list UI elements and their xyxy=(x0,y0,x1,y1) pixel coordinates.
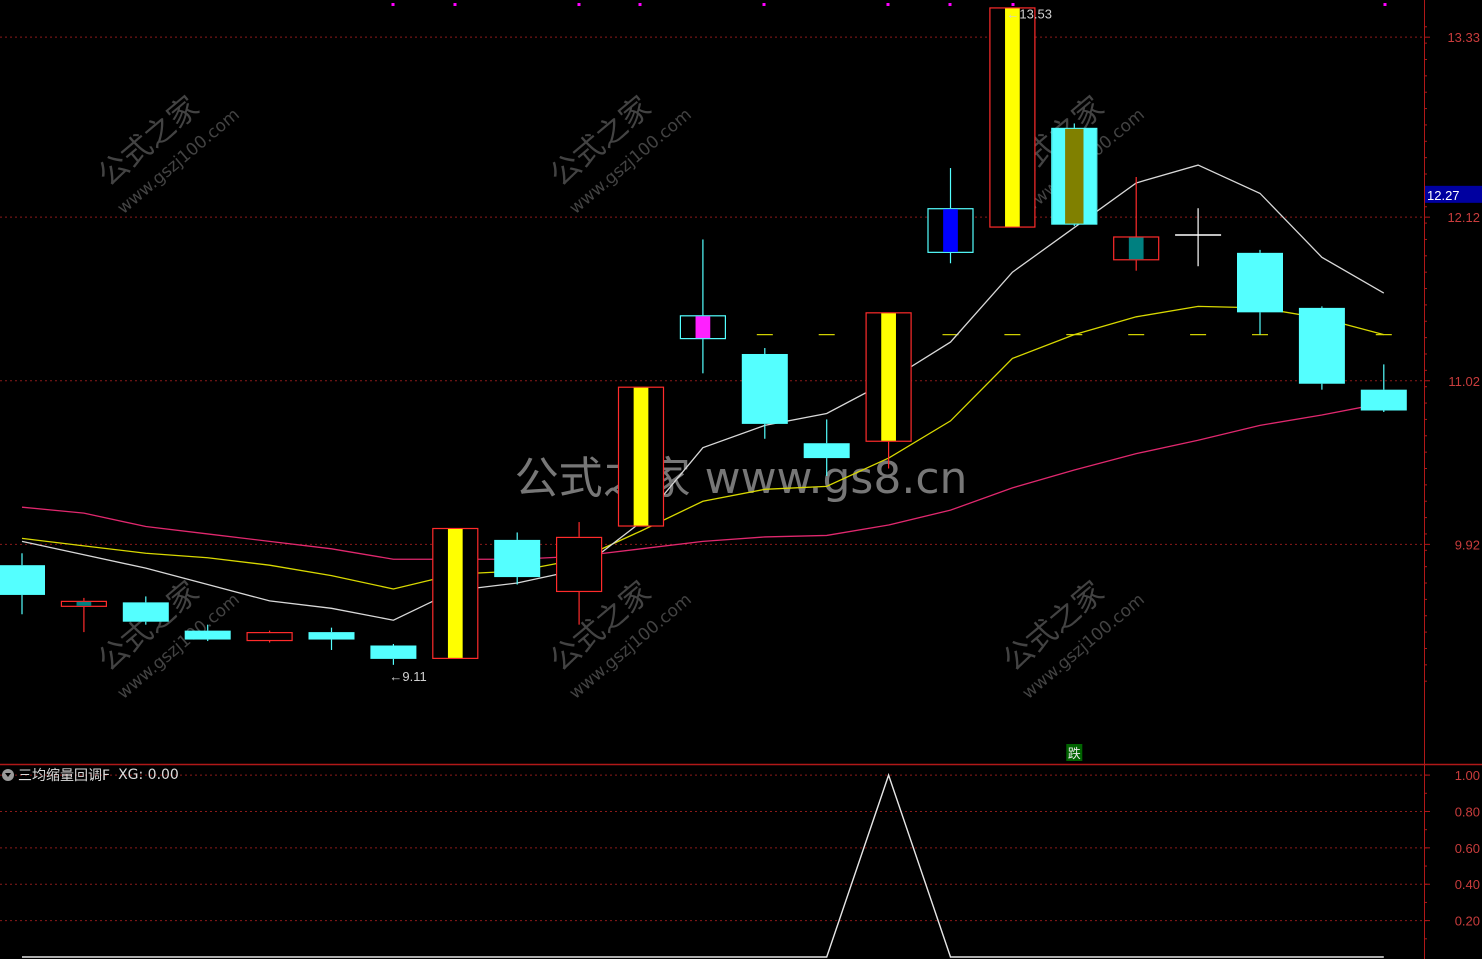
axis-tick-label: 0.20 xyxy=(1455,914,1480,929)
candle xyxy=(246,630,293,643)
top-marker xyxy=(948,3,952,6)
candle-body xyxy=(122,602,169,622)
candle-body xyxy=(1298,307,1345,384)
indicator-title[interactable]: 三均缩量回调F XG: 0.00 xyxy=(2,765,179,785)
axis-tick-label: 0.40 xyxy=(1455,877,1480,892)
watermark-tile: 公式之家www.gszj100.com xyxy=(92,575,244,704)
candle-body xyxy=(0,565,45,595)
candle-body-inner xyxy=(695,316,711,339)
candle xyxy=(741,348,788,439)
watermark-tile: 公式之家www.gszj100.com xyxy=(92,90,244,219)
watermark-tile: 公式之家www.gszj100.com xyxy=(997,575,1149,704)
candle-body xyxy=(741,353,788,424)
candle xyxy=(865,312,912,469)
top-marker xyxy=(886,3,890,6)
candle xyxy=(0,553,45,615)
watermark-center: 公式之家 www.gs8.cn xyxy=(515,453,968,504)
candle-body-inner xyxy=(633,387,649,526)
candle xyxy=(494,532,541,585)
candle-body xyxy=(246,632,293,642)
axis-tick-label: 13.33 xyxy=(1447,30,1480,45)
candle xyxy=(1298,306,1345,390)
top-marker xyxy=(577,3,581,6)
candle-body-inner xyxy=(447,529,463,658)
candle-body xyxy=(1360,389,1407,411)
indicator-panel xyxy=(22,772,1384,958)
candle-body xyxy=(555,536,603,593)
top-marker xyxy=(1383,3,1387,6)
annotations: ←13.53 ←9.11 跌 xyxy=(389,6,1083,762)
axis-tick-label: 0.60 xyxy=(1455,841,1480,856)
candle xyxy=(989,7,1036,228)
candle xyxy=(432,527,479,659)
candles[interactable] xyxy=(0,7,1407,665)
candle xyxy=(1237,249,1283,335)
candle-body xyxy=(803,443,850,459)
high-label: ←13.53 xyxy=(1006,6,1052,21)
candle-body xyxy=(184,630,231,640)
signal-label: 跌 xyxy=(1068,746,1081,762)
candle-body xyxy=(494,539,541,578)
candle xyxy=(1051,123,1098,227)
candle xyxy=(617,386,665,527)
candle-body xyxy=(370,645,417,659)
moving-averages xyxy=(21,164,1385,621)
axis-tick-label: 0.80 xyxy=(1455,804,1480,819)
candle-body xyxy=(1237,252,1283,313)
axis-tick-label: 9.92 xyxy=(1455,537,1480,552)
axis-tick-label: 11.02 xyxy=(1448,374,1480,389)
top-marker xyxy=(453,3,457,6)
indicator-xg-value: XG: 0.00 xyxy=(118,767,179,783)
low-label: ←9.11 xyxy=(389,669,426,684)
candle xyxy=(370,644,417,665)
candle xyxy=(927,168,974,264)
kline-chart[interactable]: 公式之家 www.gs8.cn 公式之家www.gszj100.com 公式之家ww… xyxy=(0,0,1482,959)
axis-tick-label: 1.00 xyxy=(1455,768,1480,783)
ma-line-white xyxy=(21,164,1385,621)
candle xyxy=(1113,176,1160,271)
top-marker xyxy=(762,3,766,6)
top-marker xyxy=(638,3,642,6)
candle-body-inner xyxy=(881,313,896,441)
xg-line xyxy=(22,772,1384,958)
candle-body-inner xyxy=(1065,128,1084,224)
candle-body-inner xyxy=(1128,237,1144,260)
candle-body-inner xyxy=(1005,8,1020,227)
candle xyxy=(308,627,355,650)
candle xyxy=(60,597,108,633)
candle-body xyxy=(308,632,355,640)
candle-body-inner xyxy=(943,209,958,252)
candle xyxy=(1360,364,1407,412)
watermark-tile: 公式之家www.gszj100.com xyxy=(544,90,696,219)
collapse-icon[interactable] xyxy=(2,769,14,781)
axis-tick-label: 12.12 xyxy=(1447,210,1480,225)
candle-body-inner xyxy=(76,601,92,606)
indicator-name: 三均缩量回调F xyxy=(18,768,111,784)
candle xyxy=(679,239,727,374)
top-marker xyxy=(391,3,395,6)
price-tag-label: 12.27 xyxy=(1427,188,1460,203)
